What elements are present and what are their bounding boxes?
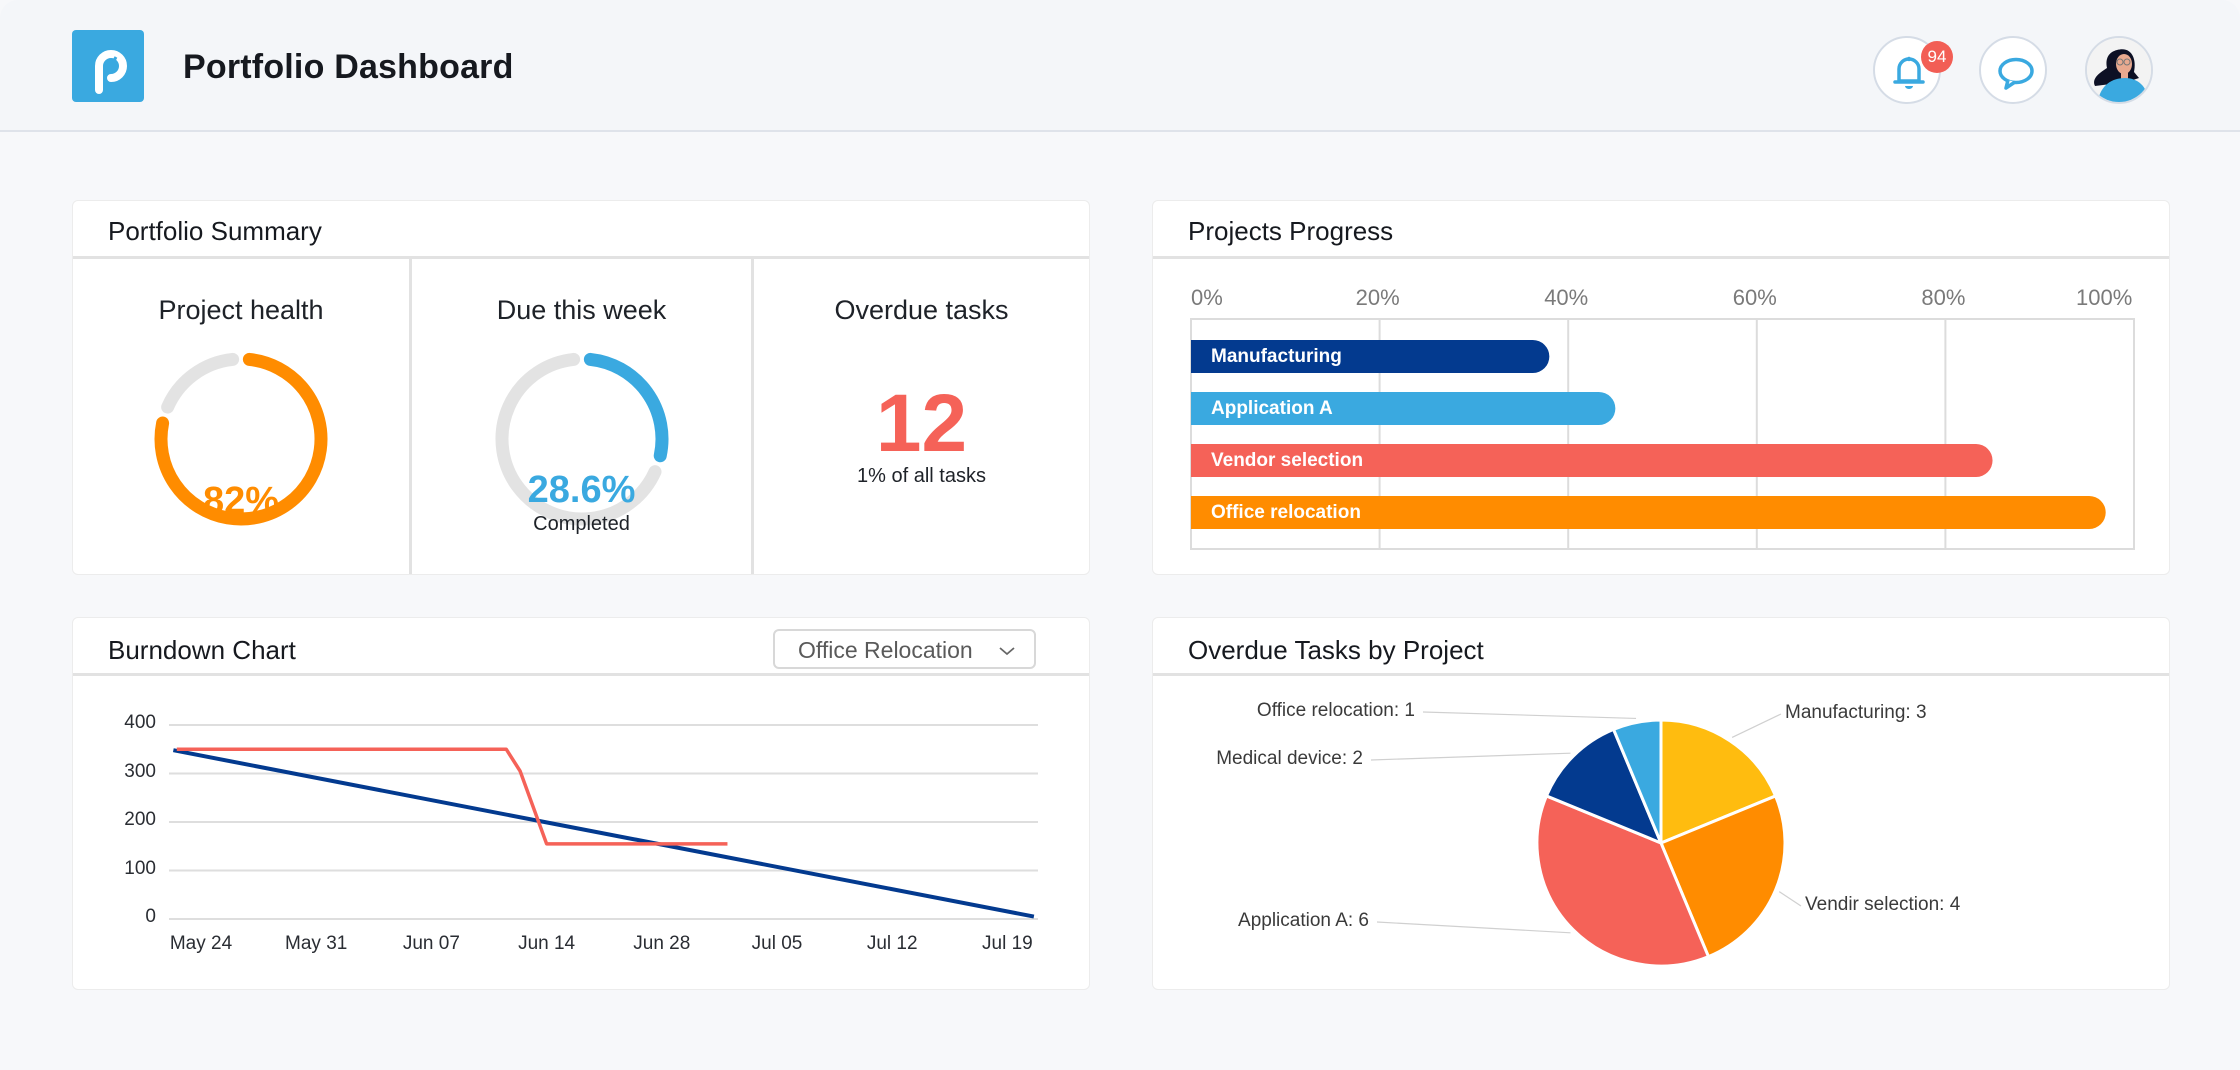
overdue-tasks-label: Overdue tasks — [834, 295, 1009, 325]
y-tick-label: 400 — [124, 712, 156, 733]
pie-slice-label: Vendir selection: 4 — [1805, 894, 1961, 915]
x-tick-label: May 24 — [169, 933, 233, 954]
progress-bar-label: Vendor selection — [1211, 450, 1364, 471]
due-this-week-label: Due this week — [496, 295, 667, 325]
x-tick-label: 40% — [1544, 285, 1589, 310]
due-this-week-gauge-fill — [583, 352, 668, 463]
progress-bar-label: Office relocation — [1211, 502, 1361, 523]
x-tick-label: 80% — [1921, 285, 1966, 310]
x-tick-label: 20% — [1355, 285, 1400, 310]
dashboard-app: Portfolio Dashboard 94 Portfolio Summary… — [0, 0, 2240, 1070]
pie-leader-line — [1731, 713, 1782, 738]
overdue-tasks-count: 12 — [875, 378, 968, 469]
messages-button[interactable] — [1979, 36, 2047, 104]
project-health-label: Project health — [158, 295, 324, 325]
y-tick-label: 300 — [124, 760, 156, 782]
series-line-actual — [176, 747, 728, 846]
pie-slice-label: Medical device: 2 — [1216, 748, 1363, 769]
project-health-value: 82% — [202, 480, 280, 522]
pie-leader-line — [1778, 891, 1802, 907]
x-tick-label: 60% — [1732, 285, 1777, 310]
pie-slice-label: Application A: 6 — [1238, 910, 1369, 931]
card-header: Portfolio Summary — [73, 201, 1089, 259]
x-tick-label: Jul 19 — [982, 933, 1033, 954]
project-health-gauge-track — [161, 352, 240, 414]
progress-bar-label: Application A — [1211, 398, 1333, 419]
overdue-tasks-panel: Overdue tasks 12 1% of all tasks — [751, 259, 1089, 574]
pie-leader-line — [1370, 752, 1571, 761]
x-tick-label: 100% — [2076, 285, 2133, 310]
projects-progress-card: Projects Progress 0% 20% 40% 60% 80% 100% Manu… — [1152, 200, 2170, 575]
x-tick-label: Jun 28 — [633, 933, 691, 954]
burndown-chart: 400 300 200 100 0 May 24 May 31 Jun 07 Jun 14 Jun… — [73, 618, 1091, 991]
top-header: Portfolio Dashboard 94 — [0, 0, 2240, 132]
user-avatar[interactable] — [2085, 36, 2153, 104]
due-this-week-value: 28.6% — [527, 469, 636, 511]
project-health-panel: Project health 82% — [73, 259, 409, 574]
page-title: Portfolio Dashboard — [183, 48, 514, 86]
card-title: Portfolio Summary — [108, 216, 322, 246]
user-avatar-icon — [2087, 38, 2151, 102]
series-line-ideal — [172, 748, 1035, 919]
overdue-by-project-card: Overdue Tasks by Project Manufacturing: … — [1152, 617, 2170, 990]
chat-bubble-icon — [1998, 57, 2034, 90]
pie-leader-line — [1422, 711, 1637, 720]
pie-leader-line — [1376, 921, 1571, 934]
x-tick-label: Jun 07 — [402, 933, 460, 954]
x-tick-label: Jun 14 — [518, 933, 576, 954]
x-tick-label: Jul 12 — [866, 933, 918, 954]
pie-slice-label: Office relocation: 1 — [1256, 700, 1415, 721]
pie-slice-label: Manufacturing: 3 — [1785, 702, 1927, 723]
projects-progress-chart: 0% 20% 40% 60% 80% 100% Manufacturing Applicati… — [1153, 201, 2171, 576]
overdue-pie-chart: Manufacturing: 3 Vendir selection: 4 Appli… — [1153, 618, 2171, 991]
p-logo-icon[interactable] — [72, 30, 144, 102]
portfolio-summary-card: Portfolio Summary Project health 82% Due… — [72, 200, 1090, 575]
x-tick-label: 0% — [1191, 285, 1223, 310]
pie-plot — [1370, 711, 1802, 968]
notification-count-badge: 94 — [1921, 41, 1953, 73]
progress-bar-label: Manufacturing — [1211, 346, 1342, 367]
y-tick-label: 100 — [124, 857, 156, 879]
y-tick-label: 200 — [124, 809, 156, 830]
due-this-week-sub: Completed — [533, 513, 630, 535]
y-tick-label: 0 — [145, 906, 156, 927]
x-tick-label: Jul 05 — [751, 933, 803, 954]
due-this-week-panel: Due this week 28.6% Completed — [409, 259, 751, 574]
x-tick-label: May 31 — [285, 933, 348, 954]
burndown-card: Burndown Chart Office Relocation 400 300 2… — [72, 617, 1090, 990]
overdue-tasks-sub: 1% of all tasks — [857, 465, 986, 487]
